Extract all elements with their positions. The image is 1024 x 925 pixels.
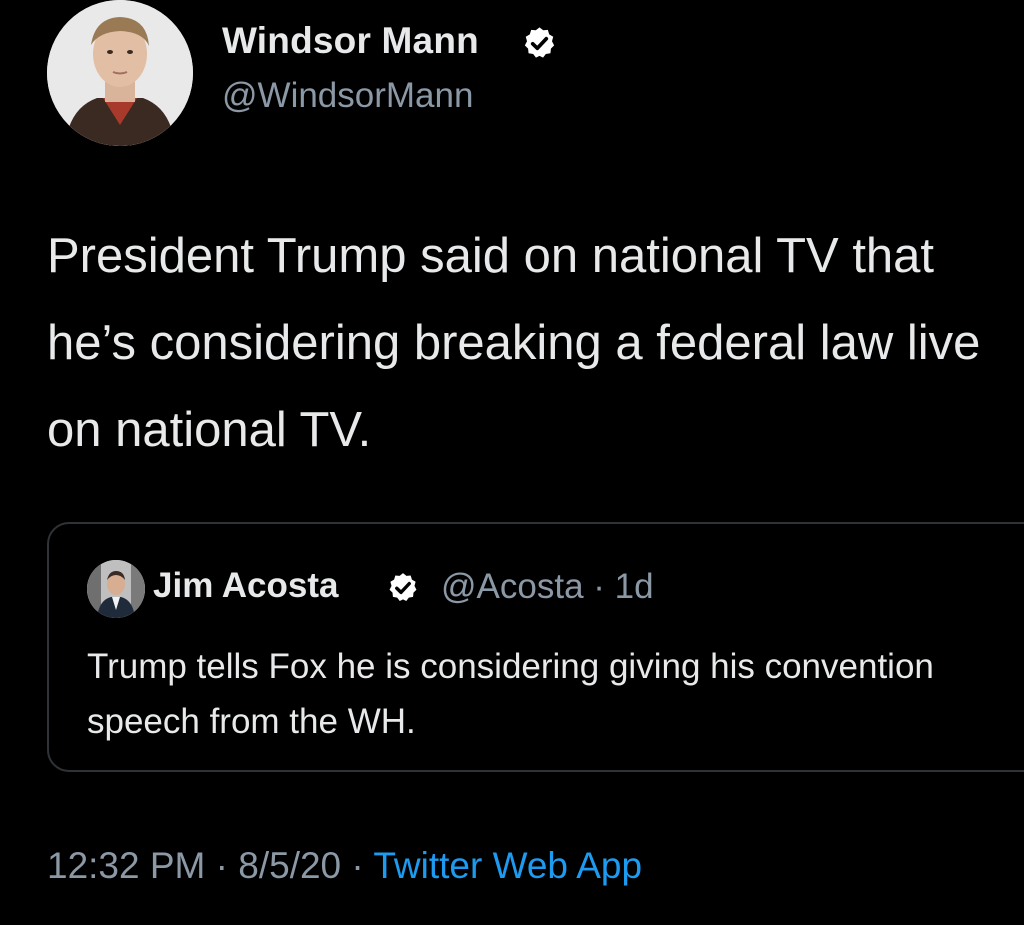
quoted-author-handle[interactable]: @Acosta [441,567,584,606]
quoted-tweet-age[interactable]: 1d [615,567,654,606]
tweet-source-link[interactable]: Twitter Web App [373,845,642,886]
verified-badge-icon [524,27,555,58]
footer-separator-2: · [341,845,374,886]
tweet-footer: 12:32 PM · 8/5/20 · Twitter Web App [47,845,642,887]
tweet-time[interactable]: 12:32 PM [47,845,205,886]
quoted-tweet-meta: @Acosta · 1d [441,567,654,607]
author-avatar-image [47,0,193,146]
quoted-author-avatar-image [87,560,145,618]
quoted-verified-badge-icon [389,573,417,602]
tweet-text: President Trump said on national TV that… [47,229,981,457]
quoted-author-avatar[interactable] [87,560,145,618]
quoted-meta-separator: · [583,567,615,606]
tweet-container: Windsor Mann @WindsorMann President Trum… [0,0,1024,925]
quoted-tweet-text: Trump tells Fox he is considering giving… [87,647,934,741]
tweet-date[interactable]: 8/5/20 [238,845,341,886]
author-avatar[interactable] [47,0,193,146]
quoted-tweet-card[interactable]: Jim Acosta @Acosta · 1d Trump tells Fox … [47,522,1024,772]
quoted-author-name[interactable]: Jim Acosta [153,566,338,606]
author-handle[interactable]: @WindsorMann [222,76,473,116]
author-name[interactable]: Windsor Mann [222,20,479,62]
footer-separator-1: · [205,845,239,886]
